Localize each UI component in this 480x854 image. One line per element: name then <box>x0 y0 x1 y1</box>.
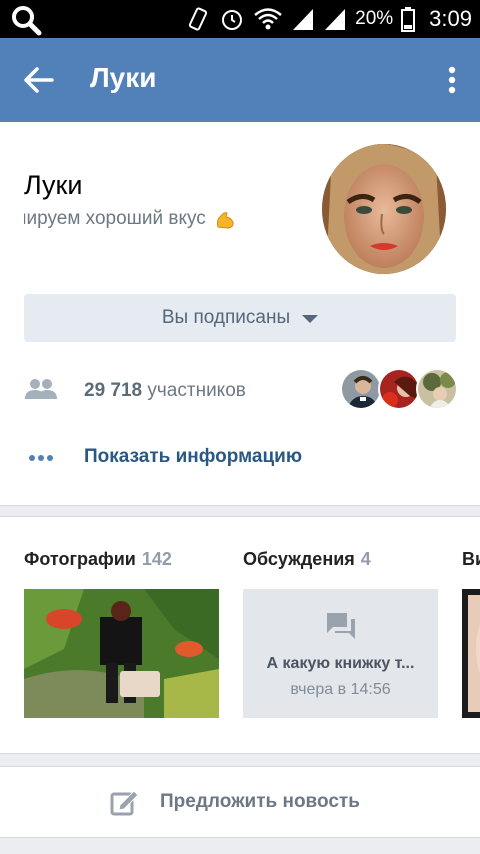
battery-icon <box>401 7 416 32</box>
edit-icon <box>110 790 139 816</box>
wifi-icon <box>254 8 282 30</box>
search-icon[interactable] <box>10 4 42 36</box>
members-row[interactable]: 29 718 участников <box>24 368 458 412</box>
photo-thumbnail[interactable] <box>24 589 219 718</box>
battery-percent: 20% <box>355 8 394 29</box>
flexed-biceps-icon <box>217 212 234 229</box>
more-options-icon[interactable] <box>448 66 456 94</box>
discussion-date: вчера в 14:56 <box>290 681 391 698</box>
alarm-icon <box>222 10 243 30</box>
discussions-count: 4 <box>360 549 371 569</box>
back-arrow-icon[interactable] <box>24 66 54 94</box>
show-info-label: Показать информацию <box>84 446 303 467</box>
vibrate-icon <box>189 7 208 31</box>
signal-icon-2 <box>325 9 346 30</box>
members-label: участников <box>147 380 246 401</box>
members-count: 29 718 участников <box>84 380 246 402</box>
discussions-title: Обсуждения <box>243 549 355 569</box>
app-header: Луки <box>0 38 480 122</box>
signal-icon <box>293 9 314 30</box>
more-dots-icon <box>29 455 53 461</box>
discussions-header[interactable]: Обсуждения 4 <box>243 549 371 570</box>
photos-count: 142 <box>141 549 172 569</box>
members-icon <box>25 379 57 399</box>
page-title: Луки <box>90 62 157 93</box>
subscribed-button[interactable]: Вы подписаны <box>24 294 456 342</box>
community-status: нируем хороший вкус <box>24 208 304 234</box>
discussion-thumbnail[interactable]: А какую книжку т... вчера в 14:56 <box>243 589 438 718</box>
photos-header[interactable]: Фотографии 142 <box>24 549 172 570</box>
discussion-icon <box>327 613 355 639</box>
suggest-news-button[interactable]: Предложить новость <box>0 766 480 838</box>
clock: 3:09 <box>429 6 472 31</box>
community-info-card: Луки нируем хороший вкус Вы подписаны 29… <box>0 122 480 506</box>
discussion-topic: А какую книжку т... <box>266 655 415 672</box>
status-text: нируем хороший вкус <box>24 208 206 229</box>
caret-down-icon <box>302 315 319 323</box>
member-avatar[interactable] <box>378 368 420 410</box>
status-bar: 20% 3:09 <box>0 0 480 38</box>
media-sections-card: Фотографии142 Обсуждения4 Ви <box>0 516 480 754</box>
community-name: Луки <box>24 170 83 200</box>
member-avatar[interactable] <box>416 368 458 410</box>
suggest-news-label: Предложить новость <box>160 791 360 812</box>
members-number: 29 718 <box>84 380 143 401</box>
video-thumbnail[interactable] <box>462 589 480 718</box>
show-info-link[interactable]: Показать информацию <box>24 444 456 474</box>
member-avatar[interactable] <box>340 368 382 410</box>
community-screen: 20% 3:09 Луки Луки нируем хороший вкус В… <box>0 0 480 854</box>
video-title: Ви <box>462 549 480 569</box>
subscribed-label: Вы подписаны <box>161 307 291 328</box>
community-avatar[interactable] <box>322 144 446 274</box>
photos-title: Фотографии <box>24 549 136 569</box>
video-header[interactable]: Ви <box>462 549 480 570</box>
